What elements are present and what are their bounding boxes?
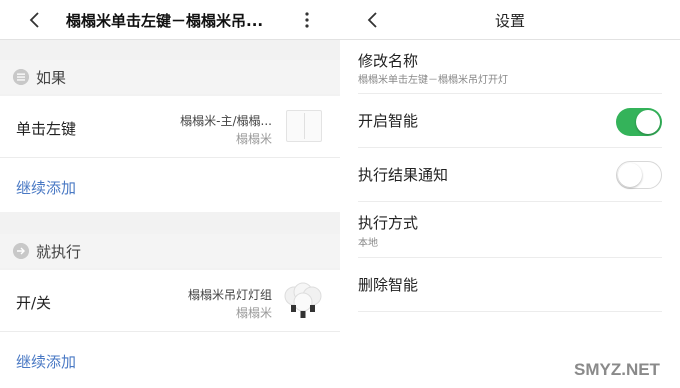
- mode-value: 本地: [358, 238, 378, 249]
- toggle-knob: [636, 110, 660, 134]
- settings-top-bar: 设置: [340, 0, 680, 40]
- enable-toggle[interactable]: [616, 108, 662, 136]
- more-vertical-icon[interactable]: [302, 10, 312, 30]
- enable-row: 开启智能: [358, 94, 662, 148]
- arrow-right-circle-icon: [13, 243, 29, 259]
- add-action-row[interactable]: 继续添加: [0, 332, 340, 388]
- mode-row[interactable]: 执行方式 本地: [358, 202, 662, 258]
- rename-value: 榻榻米单击左键－榻榻米吊灯开灯: [358, 75, 508, 86]
- page-title: 榻榻米单击左键－榻榻米吊...: [66, 12, 264, 30]
- add-trigger-row[interactable]: 继续添加: [0, 158, 340, 212]
- add-trigger-link[interactable]: 继续添加: [16, 177, 76, 198]
- enable-label: 开启智能: [358, 112, 419, 130]
- action-device-name: 榻榻米吊灯灯组: [187, 288, 272, 302]
- mode-label: 执行方式: [358, 214, 419, 232]
- delete-row[interactable]: 删除智能: [358, 258, 662, 312]
- bulb-group-icon: [284, 282, 322, 318]
- list-icon: [13, 69, 29, 85]
- delete-label: 删除智能: [358, 276, 419, 294]
- rename-row[interactable]: 修改名称 榻榻米单击左键－榻榻米吊灯开灯: [358, 40, 662, 94]
- automation-detail-pane: 榻榻米单击左键－榻榻米吊... 如果 单击左键 榻榻米-主/榻榻... 榻榻米 …: [0, 0, 340, 388]
- action-label: 开/关: [16, 294, 52, 312]
- action-row[interactable]: 开/关 榻榻米吊灯灯组 榻榻米: [0, 270, 340, 332]
- then-section-label: 就执行: [36, 243, 82, 261]
- if-section-label: 如果: [36, 69, 67, 87]
- action-device-room: 榻榻米: [235, 306, 272, 320]
- top-bar: 榻榻米单击左键－榻榻米吊...: [0, 0, 340, 40]
- notify-row: 执行结果通知: [358, 148, 662, 202]
- toggle-knob: [618, 163, 642, 187]
- watermark-text: SMYZ.NET: [574, 360, 660, 379]
- trigger-device-room: 榻榻米: [235, 132, 272, 146]
- notify-label: 执行结果通知: [358, 166, 449, 184]
- wall-switch-thumbnail: [286, 110, 322, 142]
- settings-title: 设置: [494, 12, 525, 30]
- notify-toggle[interactable]: [616, 161, 662, 189]
- settings-pane: 设置 修改名称 榻榻米单击左键－榻榻米吊灯开灯 开启智能 执行结果通知 执行方式…: [340, 0, 680, 388]
- trigger-label: 单击左键: [16, 120, 77, 138]
- then-section-header: 就执行: [0, 234, 340, 268]
- rename-label: 修改名称: [358, 52, 419, 70]
- back-arrow-icon[interactable]: [26, 11, 44, 29]
- add-action-link[interactable]: 继续添加: [16, 351, 76, 372]
- site-watermark: SMYZ.NET: [556, 352, 680, 388]
- trigger-row[interactable]: 单击左键 榻榻米-主/榻榻... 榻榻米: [0, 96, 340, 158]
- trigger-device-name: 榻榻米-主/榻榻...: [180, 114, 272, 128]
- if-section-header: 如果: [0, 60, 340, 94]
